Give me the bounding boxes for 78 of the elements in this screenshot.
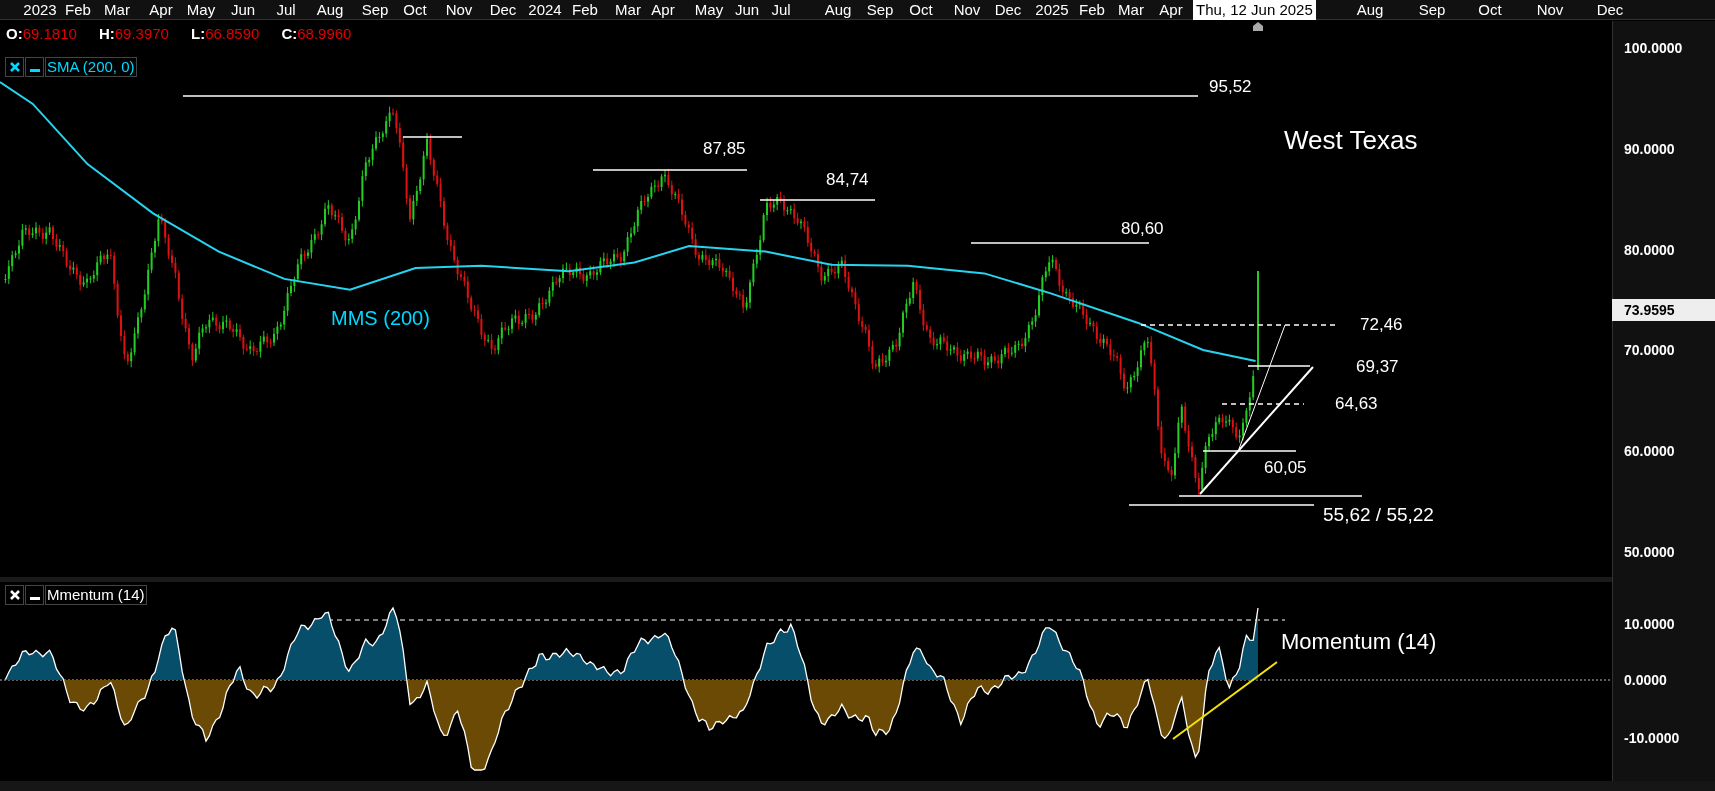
price-axis-label: 50.0000	[1624, 542, 1675, 562]
date-axis-label: Oct	[909, 0, 933, 20]
price-axis-label: 90.0000	[1624, 139, 1675, 159]
ohlc-value: 68.9960	[297, 24, 352, 44]
date-axis-label: Mar	[615, 0, 641, 20]
date-axis-label: Aug	[1356, 0, 1384, 20]
date-axis-label: Mar	[104, 0, 130, 20]
close-button[interactable]	[5, 57, 24, 77]
date-axis-label: Apr	[149, 0, 173, 20]
scrollbar-track[interactable]	[0, 781, 1715, 791]
price-level-label: 60,05	[1264, 457, 1307, 480]
level-line	[1247, 365, 1311, 367]
price-level-label: 72,46	[1360, 314, 1403, 337]
ohlc-value: 69.1810	[22, 24, 77, 44]
date-axis-label: 2023	[23, 0, 57, 20]
price-axis-label: 100.0000	[1624, 38, 1683, 58]
close-icon	[9, 590, 20, 600]
date-axis-label: Jul	[771, 0, 791, 20]
date-axis-label: May	[694, 0, 724, 20]
momentum-axis-label: 0.0000	[1624, 670, 1667, 690]
price-axis-label: 60.0000	[1624, 441, 1675, 461]
date-axis-label: Feb	[572, 0, 598, 20]
price-axis-label: 80.0000	[1624, 240, 1675, 260]
date-axis-label: Nov	[953, 0, 981, 20]
price-level-label: 87,85	[703, 138, 746, 161]
date-axis-label: Dec	[1596, 0, 1624, 20]
price-level-label: 84,74	[826, 169, 869, 192]
close-button[interactable]	[5, 585, 24, 605]
price-level-label: 95,52	[1209, 76, 1252, 99]
date-axis-label: Apr	[1159, 0, 1183, 20]
date-axis-label: Feb	[1079, 0, 1105, 20]
date-axis-label: Oct	[1478, 0, 1502, 20]
date-axis-label: Aug	[316, 0, 344, 20]
price-level-label: 55,62 / 55,22	[1323, 502, 1434, 527]
date-axis-label: Sep	[866, 0, 894, 20]
price-axis-label: 70.0000	[1624, 340, 1675, 360]
date-axis-label: Sep	[1418, 0, 1446, 20]
indicator-label: Momentum (14)	[1281, 627, 1437, 656]
minimize-icon	[29, 69, 40, 72]
indicator-legend: Mmentum (14)	[45, 585, 147, 605]
indicator-legend: SMA (200, 0)	[45, 57, 137, 77]
level-line	[402, 136, 463, 138]
date-axis-label: Oct	[403, 0, 427, 20]
date-axis-label: May	[186, 0, 216, 20]
ohlc-value: 66.8590	[205, 24, 260, 44]
moving-average-label: MMS (200)	[331, 306, 430, 331]
minimize-button[interactable]	[25, 57, 44, 77]
date-axis-label: Feb	[65, 0, 91, 20]
date-axis-label: Mar	[1118, 0, 1144, 20]
momentum-axis-label: -10.0000	[1624, 728, 1680, 748]
date-axis-label: Jun	[230, 0, 256, 20]
date-axis-label: Nov	[445, 0, 473, 20]
date-axis-label: Apr	[651, 0, 675, 20]
date-axis-label: 2025	[1035, 0, 1069, 20]
date-axis-label: Jul	[276, 0, 296, 20]
ohlc-label: L:	[190, 24, 206, 44]
date-axis-label: Sep	[361, 0, 389, 20]
chart-title: West Texas	[1284, 123, 1418, 157]
close-icon	[9, 62, 20, 72]
cursor-date-label: Thu, 12 Jun 2025	[1193, 0, 1316, 20]
ohlc-label: O:	[6, 24, 23, 44]
price-level-label: 64,63	[1335, 393, 1378, 416]
price-level-label: 69,37	[1356, 356, 1399, 379]
date-axis-label: Nov	[1536, 0, 1564, 20]
momentum-axis-label: 10.0000	[1624, 614, 1675, 634]
ohlc-value: 69.3970	[114, 24, 169, 44]
price-level-label: 80,60	[1121, 218, 1164, 241]
current-price-label: 73.9595	[1612, 299, 1715, 321]
date-axis-label: Aug	[824, 0, 852, 20]
ohlc-label: C:	[281, 24, 298, 44]
ohlc-label: H:	[98, 24, 115, 44]
minimize-button[interactable]	[25, 585, 44, 605]
date-axis-label: Jun	[734, 0, 760, 20]
date-axis-label: 2024	[528, 0, 562, 20]
date-axis-label: Dec	[994, 0, 1022, 20]
cursor-marker-icon	[1253, 22, 1263, 31]
date-axis-label: Dec	[489, 0, 517, 20]
minimize-icon	[29, 597, 40, 600]
